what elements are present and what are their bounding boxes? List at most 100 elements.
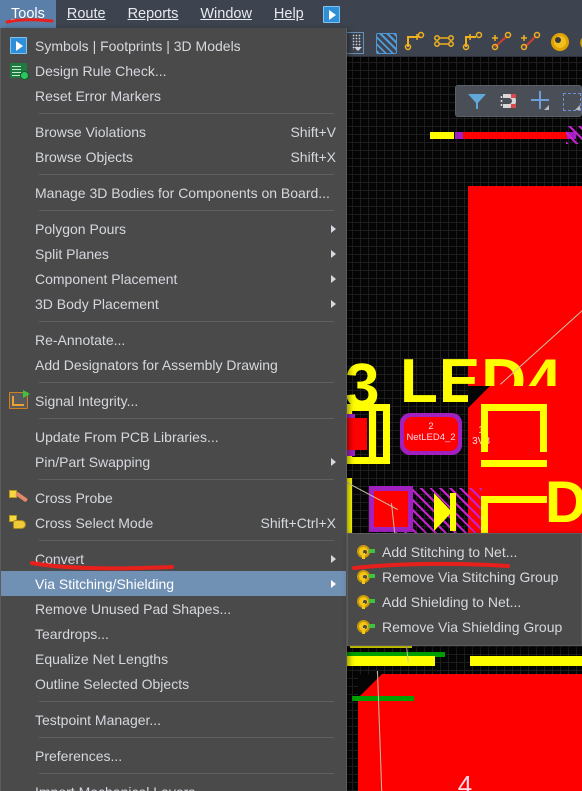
menu-route-label: Route: [66, 6, 106, 22]
interactive-length-tuning-icon[interactable]: [491, 31, 513, 53]
menu-item-label: Re-Annotate...: [35, 331, 126, 348]
menu-reports[interactable]: Reports: [117, 0, 190, 28]
menu-bar[interactable]: Tools Route Reports Window Help: [0, 0, 582, 28]
menu-item-testpoint-manager[interactable]: Testpoint Manager...: [1, 707, 346, 732]
menu-item-via-stitching-shielding[interactable]: Via Stitching/Shielding: [1, 571, 346, 596]
pcb-track: [470, 656, 582, 666]
menu-item-manage-3d-bodies[interactable]: Manage 3D Bodies for Components on Board…: [1, 180, 346, 205]
pcb-track: [430, 132, 454, 139]
menu-item-outline-selected-objects[interactable]: Outline Selected Objects: [1, 671, 346, 696]
pcb-silk-line: [481, 404, 547, 411]
menu-item-label: Pin/Part Swapping: [35, 453, 151, 470]
menu-item-label: Signal Integrity...: [35, 392, 139, 409]
place-pad-icon[interactable]: [549, 31, 571, 53]
menu-item-cross-probe[interactable]: Cross Probe: [1, 485, 346, 510]
submenu-item-remove-via-shielding-group[interactable]: Remove Via Shielding Group: [348, 614, 581, 639]
menu-item-pin-part-swapping[interactable]: Pin/Part Swapping: [1, 449, 346, 474]
menu-separator: [39, 540, 334, 541]
menu-item-label: Preferences...: [35, 747, 123, 764]
menu-separator: [39, 321, 334, 322]
run-button[interactable]: [315, 0, 348, 28]
menu-separator: [39, 701, 334, 702]
menu-item-label: Via Stitching/Shielding: [35, 575, 175, 592]
selection-marquee-icon[interactable]: [562, 91, 582, 111]
menu-item-preferences[interactable]: Preferences...: [1, 743, 346, 768]
pcb-copper: [345, 418, 367, 450]
blue-play-icon: [1, 33, 35, 58]
menu-window[interactable]: Window: [189, 0, 263, 28]
pcb-pad-number: 2: [428, 421, 434, 432]
menu-item-teardrops[interactable]: Teardrops...: [1, 621, 346, 646]
menu-item-cross-select-mode[interactable]: Cross Select Mode Shift+Ctrl+X: [1, 510, 346, 535]
menu-item-label: Split Planes: [35, 245, 109, 262]
route-multiple-nets-icon[interactable]: [462, 31, 484, 53]
pcb-silk-line: [540, 404, 547, 452]
pcb-silk-line: [481, 404, 488, 452]
menu-item-convert[interactable]: Convert: [1, 546, 346, 571]
dot-grid-icon[interactable]: [346, 31, 368, 53]
menu-route[interactable]: Route: [56, 0, 117, 28]
interactive-diff-pair-tuning-icon[interactable]: [520, 31, 542, 53]
submenu-item-remove-via-stitching-group[interactable]: Remove Via Stitching Group: [348, 564, 581, 589]
chevron-right-icon: [331, 224, 336, 233]
menu-item-import-mechanical-layers[interactable]: Import Mechanical Layers...: [1, 779, 346, 791]
crosshair-icon[interactable]: [531, 91, 550, 111]
submenu-item-add-shielding-to-net[interactable]: Add Shielding to Net...: [348, 589, 581, 614]
menu-item-reset-error-markers[interactable]: Reset Error Markers: [1, 83, 346, 108]
menu-item-polygon-pours[interactable]: Polygon Pours: [1, 216, 346, 241]
menu-separator: [39, 418, 334, 419]
menu-item-design-rule-check[interactable]: Design Rule Check...: [1, 58, 346, 83]
toolbar-icon-group[interactable]: [346, 28, 582, 56]
menu-item-3d-body-placement[interactable]: 3D Body Placement: [1, 291, 346, 316]
submenu-item-add-stitching-to-net[interactable]: Add Stitching to Net...: [348, 539, 581, 564]
differential-pair-icon[interactable]: [433, 31, 455, 53]
pcb-copper: [463, 132, 567, 139]
menu-item-remove-unused-pad-shapes[interactable]: Remove Unused Pad Shapes...: [1, 596, 346, 621]
menu-separator: [39, 479, 334, 480]
menu-item-add-designators[interactable]: Add Designators for Assembly Drawing: [1, 352, 346, 377]
chevron-right-icon: [331, 299, 336, 308]
via-stitching-submenu[interactable]: Add Stitching to Net... Remove Via Stitc…: [347, 533, 582, 646]
menu-item-update-from-pcb-libraries[interactable]: Update From PCB Libraries...: [1, 424, 346, 449]
snap-magnet-icon[interactable]: [499, 91, 519, 111]
menu-separator: [39, 737, 334, 738]
floating-toolbar[interactable]: [455, 85, 582, 117]
polygon-pour-icon[interactable]: [375, 31, 397, 54]
menu-item-label: Design Rule Check...: [35, 62, 167, 79]
menu-item-signal-integrity[interactable]: Signal Integrity...: [1, 388, 346, 413]
menu-item-browse-objects[interactable]: Browse Objects Shift+X: [1, 144, 346, 169]
menu-item-label: Browse Objects: [35, 148, 134, 165]
signal-integrity-icon: [1, 388, 35, 413]
pcb-pad-number: 4: [457, 770, 473, 791]
menu-item-re-annotate[interactable]: Re-Annotate...: [1, 327, 346, 352]
route-net-icon[interactable]: [404, 31, 426, 53]
play-button-icon: [322, 5, 340, 23]
menu-item-label: Browse Violations: [35, 123, 147, 140]
menu-item-label: Update From PCB Libraries...: [35, 428, 219, 445]
menu-separator: [39, 210, 334, 211]
cross-probe-icon: [1, 485, 35, 510]
menu-item-label: Cross Probe: [35, 489, 113, 506]
menu-item-symbols-footprints-3d-models[interactable]: Symbols | Footprints | 3D Models: [1, 33, 346, 58]
menu-item-equalize-net-lengths[interactable]: Equalize Net Lengths: [1, 646, 346, 671]
menu-help[interactable]: Help: [263, 0, 315, 28]
menu-item-shortcut: Shift+V: [290, 123, 336, 140]
menu-item-browse-violations[interactable]: Browse Violations Shift+V: [1, 119, 346, 144]
tools-dropdown-menu[interactable]: Symbols | Footprints | 3D Models Design …: [0, 28, 347, 791]
menu-window-label: Window: [200, 6, 252, 22]
submenu-item-label: Add Stitching to Net...: [382, 543, 518, 560]
filter-icon[interactable]: [468, 91, 487, 111]
menu-item-label: Cross Select Mode: [35, 514, 154, 531]
chevron-right-icon: [331, 274, 336, 283]
design-rule-check-icon: [1, 58, 35, 83]
menu-item-split-planes[interactable]: Split Planes: [1, 241, 346, 266]
chevron-right-icon: [331, 579, 336, 588]
menu-tools[interactable]: Tools: [0, 0, 56, 28]
pcb-silk-line: [481, 496, 547, 503]
pcb-track: [345, 656, 435, 666]
menu-item-label: Manage 3D Bodies for Components on Board…: [35, 184, 330, 201]
place-via-icon[interactable]: [578, 31, 582, 53]
pcb-multilayer: [455, 132, 463, 139]
menu-separator: [39, 113, 334, 114]
menu-item-component-placement[interactable]: Component Placement: [1, 266, 346, 291]
